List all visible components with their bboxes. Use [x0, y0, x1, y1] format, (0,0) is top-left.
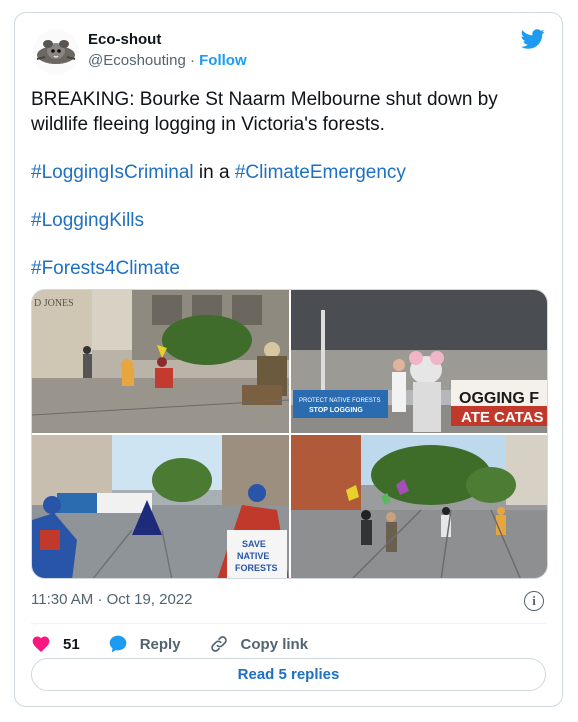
tweet-text: BREAKING: Bourke St Naarm Melbourne shut…	[31, 87, 544, 304]
read-replies-button[interactable]: Read 5 replies	[31, 658, 546, 691]
like-count: 51	[63, 635, 80, 653]
tweet-card: Eco-shout @Ecoshouting · Follow BREAKING…	[14, 12, 563, 707]
hashtag-link[interactable]: #ClimateEmergency	[235, 162, 406, 183]
photo-3[interactable]: SAVE NATIVE FORESTS	[32, 435, 289, 578]
reply-button[interactable]: Reply	[108, 634, 181, 654]
twitter-bird-icon[interactable]	[520, 27, 546, 51]
tweet-header: Eco-shout @Ecoshouting · Follow	[33, 27, 548, 77]
reply-label: Reply	[139, 635, 181, 653]
copy-link-label: Copy link	[240, 635, 309, 653]
info-icon[interactable]: i	[524, 591, 544, 611]
avatar[interactable]	[33, 29, 79, 75]
timestamp-row: 11:30 AM · Oct 19, 2022 i	[31, 591, 544, 613]
display-name[interactable]: Eco-shout	[88, 31, 161, 48]
tweet-paragraph: #Forests4Climate	[31, 256, 544, 281]
hashtag-link[interactable]: #LoggingKills	[31, 210, 144, 231]
heart-icon	[32, 636, 50, 652]
user-handle[interactable]: @Ecoshouting	[88, 52, 186, 69]
speech-bubble-icon	[109, 635, 127, 653]
photo-2-sign-3: OGGING F	[459, 390, 539, 407]
photo-2-sign-2: STOP LOGGING	[309, 407, 363, 414]
photo-1-sign-1: D JONES	[34, 298, 74, 309]
tweet-paragraph: BREAKING: Bourke St Naarm Melbourne shut…	[31, 87, 544, 137]
photo-3-sign-1: SAVE	[242, 539, 266, 549]
link-icon	[210, 636, 227, 652]
handle-separator: ·	[189, 52, 195, 69]
action-bar: 51 Reply Copy link	[31, 626, 546, 662]
follow-button[interactable]: Follow	[199, 52, 247, 69]
photo-2-sign-4: ATE CATAS	[461, 409, 544, 426]
tweet-paragraph: #LoggingKills	[31, 208, 544, 233]
like-button[interactable]: 51	[31, 634, 80, 654]
photo-4[interactable]	[291, 435, 547, 578]
timestamp[interactable]: 11:30 AM · Oct 19, 2022	[31, 591, 192, 608]
divider	[31, 623, 546, 624]
photo-3-sign-2: NATIVE	[237, 551, 269, 561]
photo-2-sign-1: PROTECT NATIVE FORESTS	[299, 398, 380, 404]
photo-2[interactable]: PROTECT NATIVE FORESTS STOP LOGGING OGGI…	[291, 290, 547, 433]
media-grid: D JONES PROTECT NATIVE FORESTS STOP LOGG…	[31, 289, 548, 579]
hashtag-link[interactable]: #LoggingIsCriminal	[31, 162, 194, 183]
copy-link-button[interactable]: Copy link	[209, 634, 309, 654]
hashtag-link[interactable]: #Forests4Climate	[31, 258, 180, 279]
tweet-text-segment: BREAKING: Bourke St Naarm Melbourne shut…	[31, 89, 498, 135]
tweet-paragraph: #LoggingIsCriminal in a #ClimateEmergenc…	[31, 160, 544, 185]
photo-3-sign-3: FORESTS	[235, 563, 278, 573]
handle-row: @Ecoshouting · Follow	[88, 52, 247, 69]
photo-1[interactable]: D JONES	[32, 290, 289, 433]
tweet-text-segment: in a	[193, 162, 235, 183]
